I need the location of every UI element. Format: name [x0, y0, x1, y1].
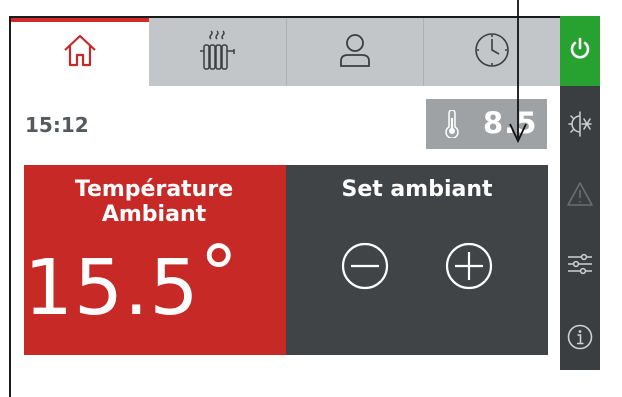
degree-symbol: °	[199, 230, 239, 319]
side-menu	[560, 16, 600, 370]
warning-icon	[566, 181, 594, 211]
tab-bar	[11, 18, 560, 86]
info-icon	[566, 323, 594, 355]
info-button[interactable]	[560, 311, 600, 366]
decrease-setpoint-button[interactable]	[322, 225, 408, 311]
sun-snowflake-icon	[565, 109, 595, 143]
tab-user[interactable]	[287, 18, 424, 86]
clock-time: 15:12	[25, 113, 89, 137]
tab-heating[interactable]	[150, 18, 287, 86]
ambient-temperature-title: Température Ambiant	[24, 177, 284, 227]
setpoint-title: Set ambiant	[341, 177, 493, 202]
ambient-temperature-panel: Température Ambiant 15.5°	[24, 165, 286, 355]
settings-button[interactable]	[560, 236, 600, 296]
ambient-title-line2: Ambiant	[101, 202, 207, 227]
home-icon	[60, 30, 100, 74]
user-icon	[335, 30, 375, 74]
tab-home[interactable]	[11, 18, 150, 86]
setpoint-panel: Set ambiant	[286, 165, 548, 355]
radiator-icon	[196, 27, 240, 77]
plus-circle-icon	[444, 241, 494, 295]
ambient-temperature-value: 15.5	[24, 244, 200, 333]
callout-arrow	[509, 0, 527, 144]
alarm-button[interactable]	[560, 166, 600, 226]
power-button[interactable]	[560, 16, 600, 86]
ambient-temperature-reading: 15.5°	[24, 235, 239, 329]
thermometer-icon	[444, 109, 460, 142]
increase-setpoint-button[interactable]	[426, 225, 512, 311]
settings-sliders-icon	[566, 250, 594, 282]
tab-schedule[interactable]	[424, 18, 560, 86]
power-icon	[568, 37, 592, 65]
ambient-title-line1: Température	[74, 177, 234, 202]
minus-circle-icon	[340, 241, 390, 295]
mode-button[interactable]	[560, 96, 600, 156]
